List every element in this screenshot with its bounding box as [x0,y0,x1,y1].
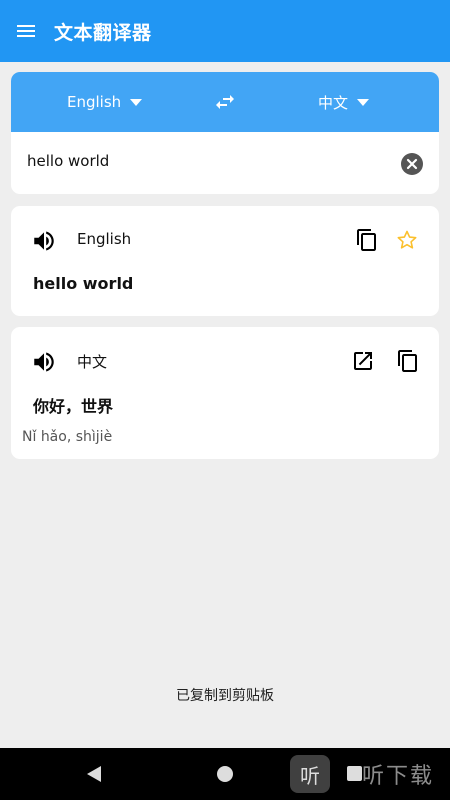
result-card-source: English hello world [11,206,439,316]
input-text-field[interactable]: hello world [27,152,109,170]
source-language-label: English [67,93,122,111]
toast-message: 已复制到剪贴板 [176,688,274,704]
open-external-icon[interactable] [351,349,375,373]
menu-button[interactable] [0,0,52,62]
swap-icon[interactable] [213,90,237,114]
watermark-badge: 听 [290,755,330,793]
dropdown-caret-icon [130,98,143,106]
speaker-icon[interactable] [31,349,57,375]
source-language-dropdown[interactable]: English [67,72,143,132]
pinyin-text: Nǐ hǎo, shìjiè [22,429,113,445]
dropdown-caret-icon [357,98,370,106]
app-title: 文本翻译器 [54,21,152,44]
system-nav-bar: 听 听下载 [0,748,450,800]
result-card-target: 中文 你好，世界 Nǐ hǎo, shìjiè [11,327,439,459]
input-card: English 中文 hello world [11,72,439,194]
recents-nav-icon[interactable] [347,766,362,781]
watermark-text: 听下载 [362,764,435,789]
watermark-logo: 听 听下载 [290,755,434,793]
result-text-source: hello world [33,274,134,293]
result-language-label: 中文 [77,353,108,371]
result-language-label: English [77,230,132,248]
copy-icon[interactable] [355,228,379,252]
result-text-target: 你好，世界 [33,397,114,416]
target-language-label: 中文 [318,93,349,112]
speaker-icon[interactable] [31,228,57,254]
result-header: 中文 [11,327,439,389]
language-bar: English 中文 [11,72,439,132]
text-input-row[interactable]: hello world [11,132,439,194]
home-nav-icon[interactable] [217,766,233,782]
clear-icon[interactable] [400,152,424,176]
target-language-dropdown[interactable]: 中文 [318,72,370,132]
menu-icon [17,25,35,37]
star-icon[interactable] [395,228,419,252]
back-nav-icon[interactable] [87,766,101,782]
result-header: English [11,206,439,268]
copy-icon[interactable] [396,349,420,373]
app-bar: 文本翻译器 [0,0,450,62]
